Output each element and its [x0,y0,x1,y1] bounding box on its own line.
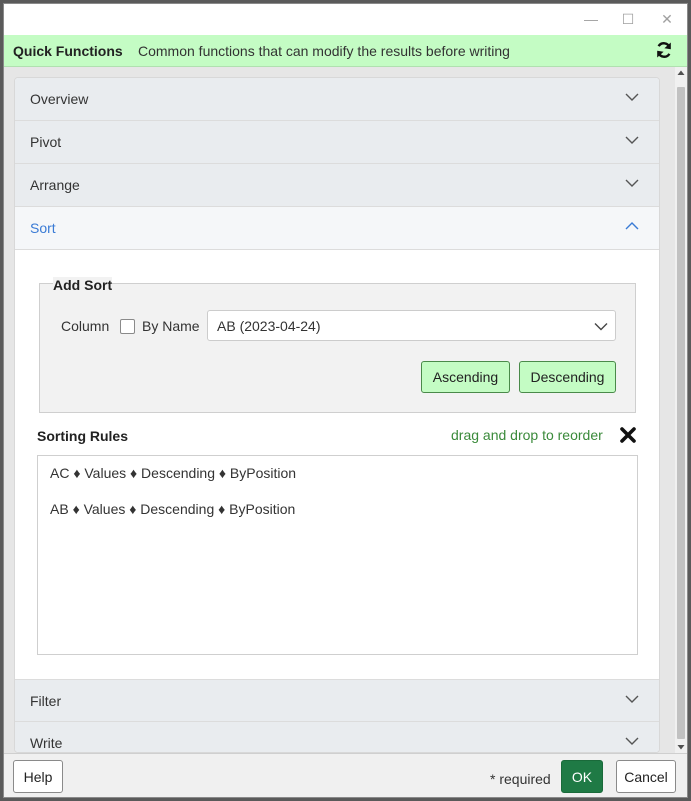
accordion-sort-label: Sort [30,220,56,236]
add-sort-group: Add Sort Column By Name AB (2023-04-24) … [39,277,636,413]
scrollbar-thumb[interactable] [677,87,685,739]
dialog-footer: Help * required OK Cancel [4,753,687,797]
sorting-rule-item[interactable]: AB ♦ Values ♦ Descending ♦ ByPosition [50,501,295,517]
accordion-sort[interactable]: Sort [15,207,659,250]
sort-panel: Add Sort Column By Name AB (2023-04-24) … [15,250,659,679]
column-select-value: AB (2023-04-24) [217,318,321,334]
functions-accordion: Overview Pivot Arrange Sort Add Sort Col… [14,77,660,753]
required-note: * required [490,771,551,787]
scroll-down-arrow-icon[interactable] [677,743,685,751]
accordion-filter[interactable]: Filter [15,679,659,722]
by-name-label[interactable]: By Name [142,318,200,334]
sorting-rules-list[interactable]: AC ♦ Values ♦ Descending ♦ ByPosition AB… [37,455,638,655]
column-label: Column [61,318,110,334]
quick-functions-description: Common functions that can modify the res… [138,43,510,59]
scroll-up-arrow-icon[interactable] [677,69,685,77]
accordion-write-label: Write [30,735,63,751]
minimize-button[interactable]: — [579,9,603,29]
chevron-down-icon [594,323,608,331]
close-button[interactable]: ✕ [655,9,679,29]
vertical-scrollbar[interactable] [675,67,687,753]
accordion-overview[interactable]: Overview [15,78,659,121]
title-bar: — ☐ ✕ [4,4,687,35]
accordion-write[interactable]: Write [15,722,659,752]
refresh-icon[interactable] [654,40,674,60]
quick-functions-bar: Quick Functions Common functions that ca… [4,35,687,67]
clear-rules-icon[interactable] [619,426,637,444]
quick-functions-title: Quick Functions [13,43,123,59]
accordion-pivot-label: Pivot [30,134,62,150]
accordion-arrange-label: Arrange [30,177,80,193]
accordion-filter-label: Filter [30,693,62,709]
cancel-button[interactable]: Cancel [616,760,676,793]
add-sort-legend: Add Sort [53,277,113,293]
chevron-down-icon [625,93,639,101]
chevron-down-icon [625,179,639,187]
column-select[interactable]: AB (2023-04-24) [207,310,616,341]
maximize-button[interactable]: ☐ [616,9,640,29]
chevron-down-icon [625,695,639,703]
chevron-down-icon [625,737,639,745]
chevron-down-icon [625,136,639,144]
ascending-button[interactable]: Ascending [421,361,510,393]
ok-button[interactable]: OK [561,760,603,793]
content-area: Overview Pivot Arrange Sort Add Sort Col… [4,67,675,753]
descending-button[interactable]: Descending [519,361,616,393]
help-button[interactable]: Help [13,760,63,793]
sorting-rule-item[interactable]: AC ♦ Values ♦ Descending ♦ ByPosition [50,465,296,481]
dialog-window: — ☐ ✕ Quick Functions Common functions t… [3,3,688,798]
sorting-rules-title: Sorting Rules [37,428,129,444]
accordion-arrange[interactable]: Arrange [15,164,659,207]
reorder-hint: drag and drop to reorder [451,427,603,443]
chevron-up-icon [625,222,639,230]
by-name-checkbox[interactable] [120,319,135,334]
accordion-overview-label: Overview [30,91,89,107]
accordion-pivot[interactable]: Pivot [15,121,659,164]
